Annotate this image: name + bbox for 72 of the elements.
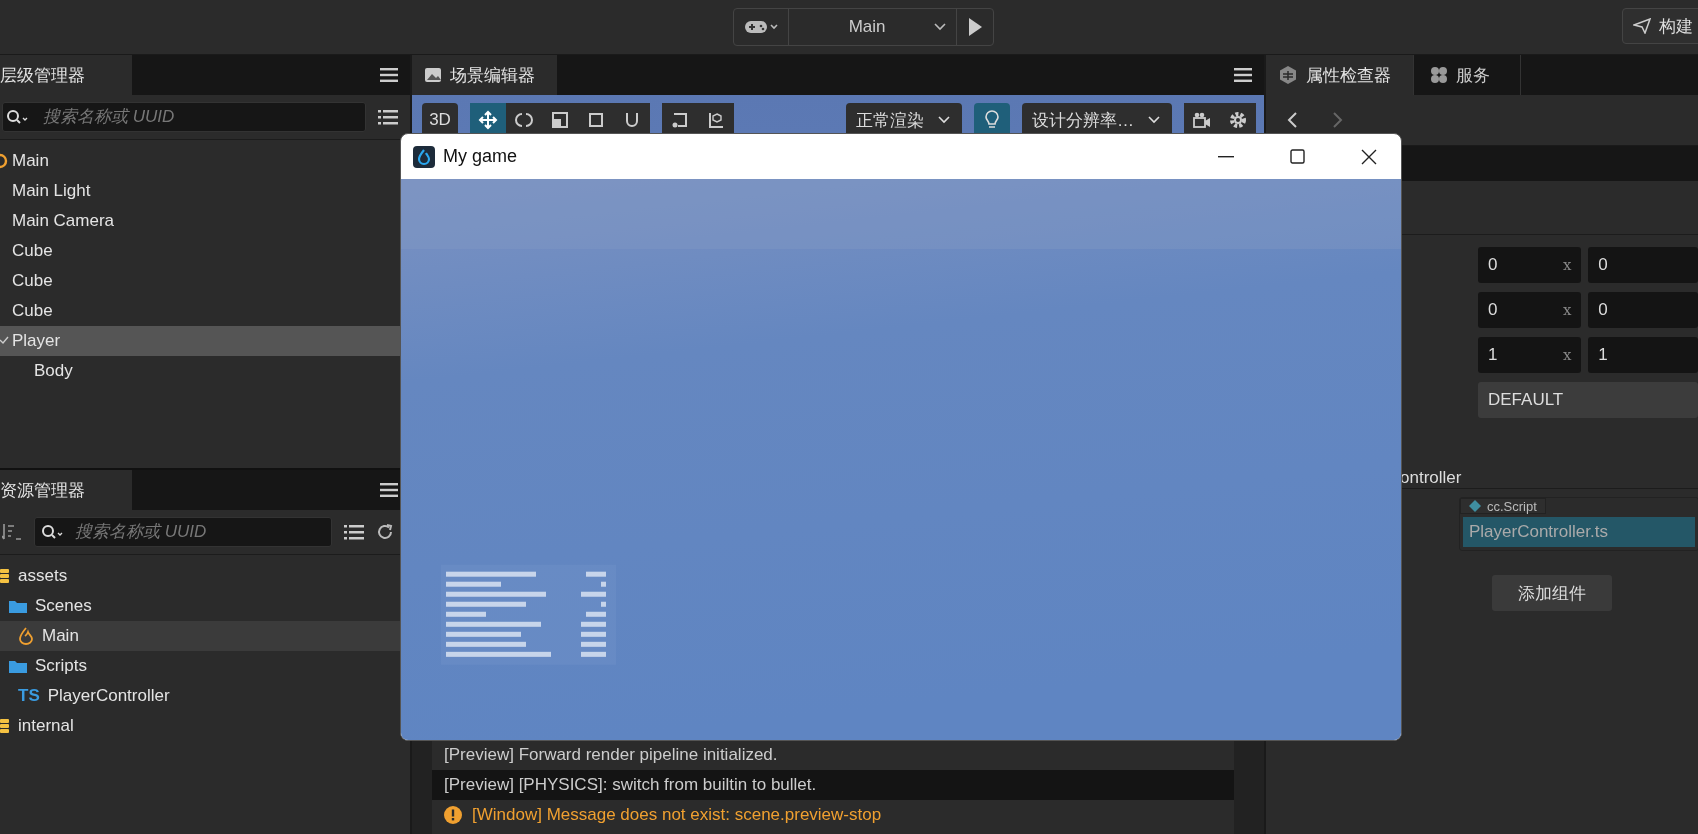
tree-item[interactable]: Main bbox=[0, 146, 410, 176]
asset-label: assets bbox=[18, 566, 68, 586]
panel-tab[interactable]: 资源管理器 bbox=[0, 470, 132, 510]
node-label: Body bbox=[34, 361, 73, 381]
database-icon bbox=[0, 718, 10, 734]
node-label: Cube bbox=[12, 301, 53, 321]
list-icon[interactable] bbox=[378, 109, 398, 125]
menu-icon[interactable] bbox=[1234, 68, 1252, 82]
search-field[interactable]: 搜索名称或 UUID bbox=[34, 517, 332, 547]
asset-item[interactable]: Scripts bbox=[0, 651, 410, 681]
close-icon[interactable] bbox=[1361, 148, 1377, 165]
panel-tab[interactable]: 属性检查器 bbox=[1266, 55, 1413, 95]
caret-icon bbox=[933, 23, 946, 31]
asset-label: Scenes bbox=[35, 596, 92, 616]
node-label: Main Light bbox=[12, 181, 91, 201]
asset-label: internal bbox=[18, 716, 74, 736]
asset-label: Main bbox=[42, 626, 79, 646]
window-title: My game bbox=[443, 146, 518, 167]
cube-icon bbox=[1278, 65, 1298, 85]
asset-item[interactable]: Scenes bbox=[0, 591, 410, 621]
console-text: [Preview] [PHYSICS]: switch from builtin to bullet. bbox=[444, 775, 817, 795]
menu-icon[interactable] bbox=[380, 68, 398, 82]
refresh-icon[interactable] bbox=[376, 523, 394, 541]
folder-icon bbox=[9, 599, 27, 613]
node-label: Cube bbox=[12, 241, 53, 261]
search-icon[interactable] bbox=[6, 109, 30, 125]
build-button[interactable]: 构建 bbox=[1622, 8, 1698, 44]
caret-icon bbox=[1148, 116, 1160, 124]
sort-icon[interactable] bbox=[2, 523, 22, 541]
search-field[interactable]: 搜索名称或 UUID bbox=[2, 102, 366, 132]
node-label: Player bbox=[12, 331, 61, 351]
add-component-button[interactable]: 添加组件 bbox=[1492, 575, 1612, 611]
folder-icon bbox=[9, 659, 27, 673]
diamond-icon bbox=[1469, 500, 1481, 512]
node-label: Main bbox=[12, 151, 49, 171]
number-field[interactable]: 0 bbox=[1588, 247, 1698, 283]
image-icon bbox=[424, 67, 442, 83]
number-field[interactable]: 1 bbox=[1588, 337, 1698, 373]
panel-tab[interactable]: 服务 bbox=[1413, 55, 1521, 95]
back-icon[interactable] bbox=[1286, 111, 1298, 129]
node-label: Cube bbox=[12, 271, 53, 291]
number-field[interactable]: 0 bbox=[1588, 292, 1698, 328]
forward-icon[interactable] bbox=[1332, 111, 1344, 129]
warning-icon bbox=[444, 806, 462, 824]
number-field[interactable]: 0 x bbox=[1478, 247, 1582, 283]
minimize-icon[interactable] bbox=[1218, 155, 1234, 158]
node-label: Main Camera bbox=[12, 211, 115, 231]
console-text: [Preview] Forward render pipeline initialized. bbox=[444, 745, 778, 765]
caret-icon bbox=[938, 116, 950, 124]
asset-item[interactable]: assets bbox=[0, 561, 410, 591]
number-field[interactable]: 1 x bbox=[1478, 337, 1582, 373]
database-icon bbox=[0, 568, 10, 584]
tag-text: cc.Script bbox=[1487, 498, 1537, 514]
panel-tab[interactable]: 场景编辑器 bbox=[412, 55, 557, 95]
asset-label: PlayerController bbox=[47, 686, 170, 706]
list-icon[interactable] bbox=[344, 524, 364, 540]
typescript-icon: TS bbox=[18, 686, 40, 706]
gamepad-icon bbox=[743, 18, 778, 36]
asset-label: Scripts bbox=[35, 656, 87, 676]
component-title: ontroller bbox=[1400, 468, 1462, 488]
grid-dots-icon bbox=[1430, 66, 1448, 84]
menu-icon[interactable] bbox=[380, 483, 398, 497]
asset-item[interactable]: internal bbox=[0, 711, 410, 741]
layer-select[interactable]: DEFAULT bbox=[1478, 382, 1698, 418]
panel-tab[interactable]: 层级管理器 bbox=[0, 55, 132, 95]
app-icon bbox=[413, 145, 435, 168]
paper-plane-icon bbox=[1633, 18, 1651, 34]
play-icon bbox=[966, 17, 983, 37]
maximize-icon[interactable] bbox=[1290, 149, 1305, 164]
number-field[interactable]: 0 x bbox=[1478, 292, 1582, 328]
console-text: [Window] Message does not exist: scene.preview-stop bbox=[472, 805, 882, 825]
flame-icon bbox=[18, 627, 34, 645]
